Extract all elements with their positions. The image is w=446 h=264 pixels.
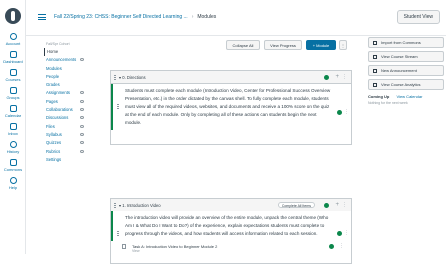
module-text: Students must complete each module (Intr… [125, 88, 331, 125]
published-check-icon[interactable] [337, 231, 342, 236]
kebab-icon[interactable]: ⋮ [342, 203, 347, 208]
eye-icon [80, 108, 84, 112]
stream-icon [373, 55, 377, 59]
nav-inbox[interactable]: Inbox [0, 123, 26, 136]
drag-handle-icon[interactable] [117, 104, 119, 109]
eye-icon [80, 141, 84, 145]
requirement-badge: Complete All Items [277, 202, 315, 208]
eye-icon [80, 149, 84, 153]
commons-icon [9, 159, 17, 166]
hamburger-menu-icon[interactable] [38, 14, 46, 20]
view-course-analytics-button[interactable]: View Course Analytics [368, 79, 444, 90]
course-nav-syllabus[interactable]: Syllabus [44, 131, 104, 139]
top-bar: Fall 22/Spring 23: CHSS: Beginner Self D… [26, 0, 446, 36]
modules-toolbar: Collapse All View Progress + Module ⋮ [110, 37, 347, 53]
add-module-button[interactable]: + Module [306, 40, 336, 50]
view-calendar-link[interactable]: View Calendar [396, 94, 422, 99]
new-announcement-button[interactable]: New Announcement [368, 65, 444, 76]
module-title: ▾ 0. Directions [119, 75, 146, 80]
eye-icon [80, 91, 84, 95]
course-nav-people[interactable]: People [44, 73, 104, 81]
nav-groups[interactable]: Groups [0, 87, 26, 100]
course-nav-announcements[interactable]: Announcements [44, 56, 104, 64]
course-nav-pages[interactable]: Pages [44, 98, 104, 106]
add-item-icon[interactable]: + [335, 74, 339, 80]
course-sidebar: Import from Commons View Course Stream N… [368, 37, 444, 105]
kebab-icon: ⋮ [341, 43, 345, 48]
breadcrumb-course-link[interactable]: Fall 22/Spring 23: CHSS: Beginner Self D… [54, 14, 188, 20]
course-nav-grades[interactable]: Grades [44, 81, 104, 89]
course-nav-assignments[interactable]: Assignments [44, 89, 104, 97]
announcement-icon [373, 69, 377, 73]
published-check-icon[interactable] [329, 244, 334, 249]
nav-dashboard[interactable]: Dashboard [0, 51, 26, 64]
student-view-button[interactable]: Student View [396, 10, 440, 24]
groups-icon [9, 87, 17, 94]
published-check-icon[interactable] [324, 75, 329, 80]
kebab-icon[interactable]: ⋮ [342, 75, 347, 80]
eye-icon [80, 116, 84, 120]
nav-account[interactable]: Account [0, 33, 26, 46]
breadcrumb: Fall 22/Spring 23: CHSS: Beginner Self D… [54, 14, 216, 20]
breadcrumb-separator: › [191, 14, 194, 20]
global-nav: Account Dashboard Courses Groups Calenda… [0, 0, 26, 254]
help-icon [9, 177, 17, 184]
inbox-icon [9, 123, 17, 130]
drag-handle-icon[interactable] [114, 75, 116, 80]
drag-handle-icon[interactable] [117, 231, 119, 236]
calendar-icon [9, 105, 17, 112]
kebab-icon[interactable]: ⋮ [344, 110, 349, 115]
eye-icon [80, 99, 84, 103]
course-nav-files[interactable]: Files [44, 123, 104, 131]
coming-up-heading: Coming Up View Calendar [368, 94, 423, 99]
import-from-commons-button[interactable]: Import from Commons [368, 37, 444, 48]
module-text-item: The introduction video will provide an o… [111, 211, 351, 241]
module-header[interactable]: ▾ 0. Directions + ⋮ [111, 71, 351, 84]
course-nav-settings[interactable]: Settings [44, 156, 104, 164]
eye-icon [80, 58, 84, 62]
course-nav: Fall/Spr Cohort Home Announcements Modul… [44, 42, 104, 164]
eye-icon [80, 132, 84, 136]
nav-help[interactable]: Help [0, 177, 26, 190]
course-nav-modules[interactable]: Modules [44, 65, 104, 73]
nav-calendar[interactable]: Calendar [0, 105, 26, 118]
kebab-icon[interactable]: ⋮ [344, 231, 349, 236]
drag-handle-icon[interactable] [114, 203, 116, 208]
analytics-icon [373, 83, 377, 87]
module-title: ▾ 1. Introduction Video [119, 203, 161, 208]
module-sub-item-row: Task A: Introduction Video to Beginner M… [110, 244, 352, 254]
breadcrumb-current: Modules [197, 14, 217, 20]
module-text: The introduction video will provide an o… [125, 215, 329, 236]
published-check-icon[interactable] [324, 203, 329, 208]
nav-courses[interactable]: Courses [0, 69, 26, 82]
course-nav-rubrics[interactable]: Rubrics [44, 148, 104, 156]
module-text-item: Students must complete each module (Intr… [111, 84, 351, 130]
institution-logo[interactable] [5, 8, 21, 24]
video-icon [122, 244, 126, 249]
course-nav-quizzes[interactable]: Quizzes [44, 139, 104, 147]
collapse-all-button[interactable]: Collapse All [226, 40, 260, 50]
nav-history[interactable]: History [0, 141, 26, 154]
module-directions: ▾ 0. Directions + ⋮ Students must comple… [110, 70, 352, 145]
nav-commons[interactable]: Commons [0, 159, 26, 172]
view-progress-button[interactable]: View Progress [264, 40, 302, 50]
view-course-stream-button[interactable]: View Course Stream [368, 51, 444, 62]
sub-item-meta: View [132, 249, 140, 253]
course-term: Fall/Spr Cohort [46, 42, 70, 46]
course-nav-collaborations[interactable]: Collaborations [44, 106, 104, 114]
user-icon [9, 33, 17, 40]
more-options-button[interactable]: ⋮ [339, 40, 347, 50]
dashboard-icon [9, 51, 17, 58]
eye-icon [80, 124, 84, 128]
course-nav-home[interactable]: Home [44, 48, 104, 57]
kebab-icon[interactable]: ⋮ [339, 244, 344, 249]
add-item-icon[interactable]: + [335, 202, 339, 208]
coming-up-empty: Nothing for the next week [368, 101, 408, 105]
import-icon [373, 41, 377, 45]
sub-item-title[interactable]: Task A: Introduction Video to Beginner M… [132, 244, 217, 249]
published-check-icon[interactable] [337, 110, 342, 115]
history-icon [9, 141, 17, 148]
course-nav-discussions[interactable]: Discussions [44, 114, 104, 122]
courses-icon [9, 69, 17, 76]
